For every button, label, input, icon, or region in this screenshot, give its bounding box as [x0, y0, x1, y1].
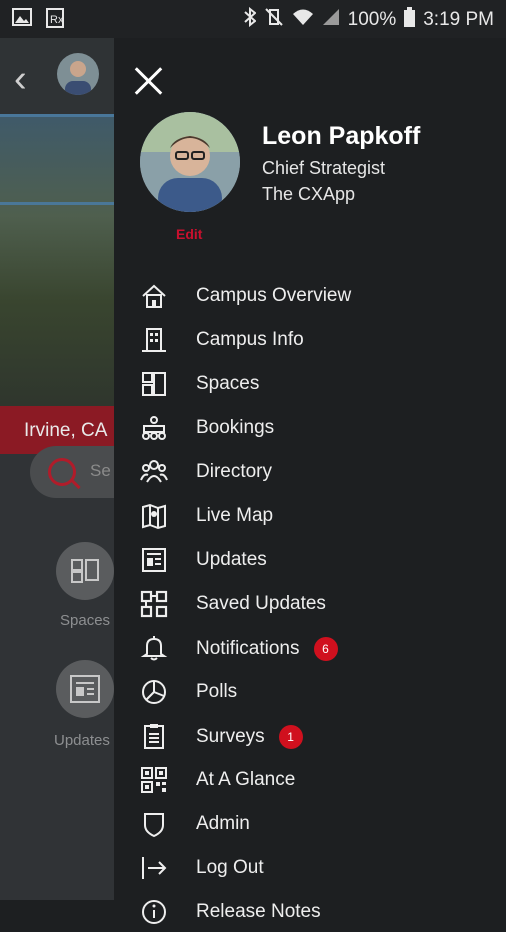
status-bar: Rx 100% 3:19 PM	[0, 0, 506, 38]
bell-icon	[140, 634, 168, 662]
bookings-icon	[140, 414, 168, 442]
spaces-tile-label: Spaces	[60, 612, 111, 629]
menu-item-updates[interactable]: Updates	[114, 540, 506, 580]
back-arrow-icon[interactable]: ‹	[14, 58, 27, 101]
close-icon[interactable]	[134, 66, 164, 96]
header-avatar[interactable]	[57, 53, 99, 95]
menu-item-saved-updates[interactable]: Saved Updates	[114, 584, 506, 624]
menu-item-polls[interactable]: Polls	[114, 672, 506, 712]
vibrate-icon	[264, 7, 284, 33]
image-icon	[12, 8, 32, 33]
navigation-drawer: Leon Papkoff Chief Strategist The CXApp …	[114, 38, 506, 924]
notification-count-badge: 6	[313, 637, 338, 661]
building-icon	[140, 326, 168, 354]
wifi-icon	[292, 8, 314, 32]
menu-item-at-a-glance[interactable]: At A Glance	[114, 760, 506, 800]
menu-item-label: Bookings	[196, 417, 275, 438]
menu-item-surveys[interactable]: Surveys 1	[114, 716, 506, 756]
menu-item-campus-overview[interactable]: Campus Overview	[114, 276, 506, 316]
updates-tile[interactable]	[56, 660, 114, 718]
shield-icon	[140, 810, 168, 838]
profile-avatar[interactable]	[140, 112, 240, 212]
logout-icon	[140, 854, 168, 882]
menu-item-label: Directory	[196, 461, 273, 482]
home-icon	[140, 282, 168, 310]
edit-profile-link[interactable]: Edit	[176, 226, 202, 242]
menu-item-label: At A Glance	[196, 769, 296, 790]
menu-item-label: Campus Info	[196, 329, 304, 350]
profile-company: The CXApp	[262, 184, 356, 204]
pie-chart-icon	[140, 678, 168, 706]
menu-item-bookings[interactable]: Bookings	[114, 408, 506, 448]
menu-item-notifications[interactable]: Notifications 6	[114, 628, 506, 668]
menu-item-spaces[interactable]: Spaces	[114, 364, 506, 404]
search-placeholder: Se	[90, 461, 111, 480]
signal-icon	[322, 8, 340, 32]
menu-item-directory[interactable]: Directory	[114, 452, 506, 492]
menu-item-release-notes[interactable]: Release Notes	[114, 892, 506, 932]
menu-item-label: Polls	[196, 681, 238, 702]
updates-icon	[56, 675, 114, 722]
info-icon	[140, 898, 168, 926]
svg-text:Rx: Rx	[50, 14, 64, 26]
menu-item-label: Surveys 1	[196, 725, 303, 749]
newspaper-icon	[140, 546, 168, 574]
clipboard-icon	[140, 722, 168, 750]
qr-code-icon	[140, 766, 168, 794]
spaces-icon	[56, 559, 114, 604]
menu-item-text: Surveys	[196, 726, 265, 748]
saved-updates-icon	[140, 590, 168, 618]
people-icon	[140, 458, 168, 486]
spaces-icon	[140, 370, 168, 398]
menu-item-text: Notifications	[196, 638, 300, 660]
menu-item-label: Log Out	[196, 857, 264, 878]
menu-item-admin[interactable]: Admin	[114, 804, 506, 844]
menu-item-label: Admin	[196, 813, 250, 834]
menu-item-live-map[interactable]: Live Map	[114, 496, 506, 536]
menu-item-label: Live Map	[196, 505, 274, 526]
menu-item-label: Release Notes	[196, 901, 321, 922]
battery-percent: 100%	[347, 9, 397, 30]
profile-title: Chief Strategist	[262, 158, 386, 178]
clock: 3:19 PM	[423, 9, 494, 30]
map-icon	[140, 502, 168, 530]
battery-icon	[404, 7, 416, 33]
city-label: Irvine, CA	[24, 420, 108, 441]
search-icon	[48, 458, 76, 486]
profile-name: Leon Papkoff	[262, 122, 421, 150]
menu-item-label: Campus Overview	[196, 285, 352, 306]
menu-item-log-out[interactable]: Log Out	[114, 848, 506, 888]
bluetooth-icon	[243, 6, 257, 33]
menu-item-label: Updates	[196, 549, 267, 570]
menu-item-campus-info[interactable]: Campus Info	[114, 320, 506, 360]
prescription-icon: Rx	[46, 8, 64, 33]
menu-item-label: Saved Updates	[196, 593, 326, 614]
menu-item-label: Notifications 6	[196, 637, 338, 661]
survey-count-badge: 1	[278, 725, 303, 749]
menu-item-label: Spaces	[196, 373, 260, 394]
updates-tile-label: Updates	[54, 732, 110, 749]
spaces-tile[interactable]	[56, 542, 114, 600]
